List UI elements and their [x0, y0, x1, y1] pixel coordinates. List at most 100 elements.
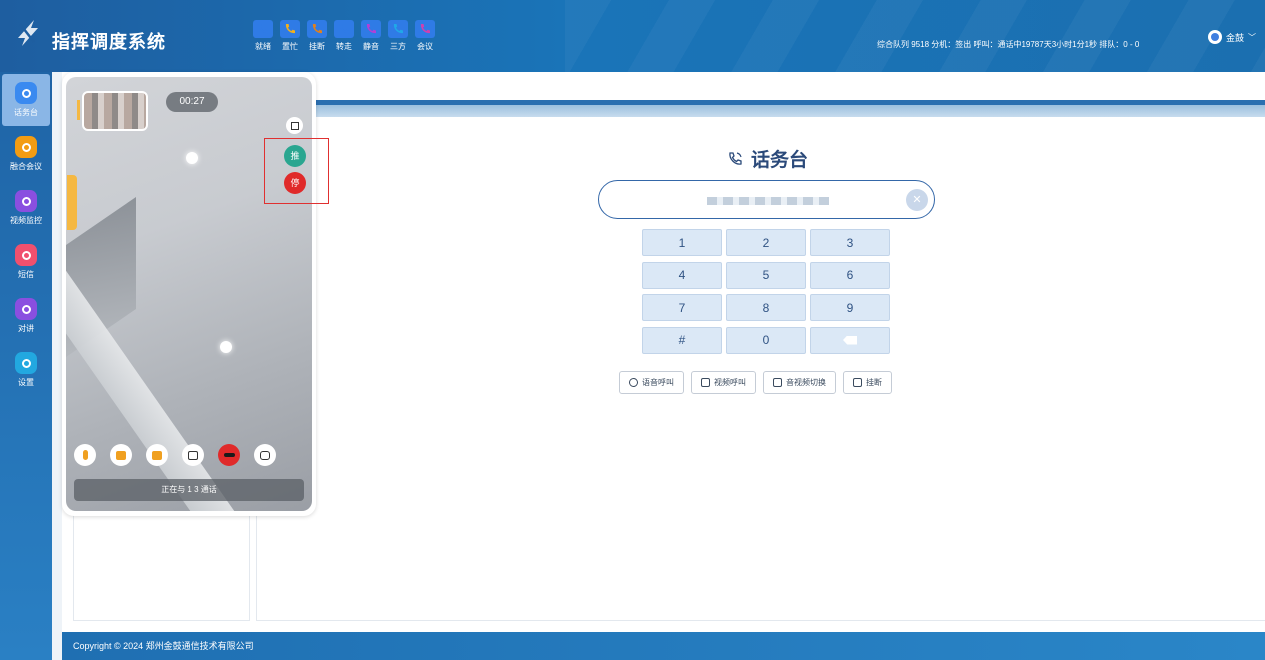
sidebar-item-1[interactable]: 融合会议 — [2, 128, 50, 180]
sidebar-item-3[interactable]: 短信 — [2, 236, 50, 288]
call-button-label: 三方 — [390, 42, 406, 51]
call-button-2[interactable]: 挂断 — [306, 20, 328, 52]
call-button-label: 转走 — [336, 42, 352, 51]
action-label: 挂断 — [866, 378, 882, 387]
screen-share-icon[interactable] — [146, 444, 168, 466]
call-timer: 00:27 — [166, 92, 218, 112]
call-button-label: 会议 — [417, 42, 433, 51]
dial-number-input[interactable]: ✕ — [598, 180, 935, 219]
sms-icon — [15, 244, 37, 266]
phone-icon — [388, 20, 408, 38]
sidebar-item-label: 短信 — [18, 270, 34, 279]
page-title-text: 话务台 — [751, 150, 809, 171]
page-title: 话务台 — [727, 145, 808, 172]
video-scene-light — [186, 152, 198, 164]
call-button-0[interactable]: 就绪 — [252, 20, 274, 52]
phone-icon — [415, 20, 435, 38]
action-button-3[interactable]: 挂断 — [843, 371, 892, 394]
collapse-handle[interactable] — [67, 175, 77, 230]
sidebar-item-label: 对讲 — [18, 324, 34, 333]
chevron-down-icon: ﹀ — [1248, 32, 1257, 42]
dial-number-value — [707, 197, 829, 205]
user-name: 金鼓 — [1226, 32, 1245, 43]
voice-call-icon — [629, 378, 638, 387]
call-button-label: 置忙 — [282, 42, 298, 51]
video-controls — [74, 444, 276, 466]
keypad-key[interactable]: 1 — [642, 229, 722, 256]
phone-icon — [307, 20, 327, 38]
sidebar-item-4[interactable]: 对讲 — [2, 290, 50, 342]
snapshot-icon[interactable] — [254, 444, 276, 466]
backspace-icon — [843, 335, 857, 345]
action-label: 音视频切换 — [786, 378, 826, 387]
keypad-key[interactable]: 9 — [810, 294, 890, 321]
video-scene-light — [220, 341, 232, 353]
user-menu[interactable]: 金鼓 ﹀ — [1208, 30, 1256, 44]
top-bar: 指挥调度系统 就绪 置忙 挂断 转走 静音 三方 会议 综合队列 9518 分机：签出 呼叫… — [0, 0, 1265, 72]
call-status-bar: 正在与 1 3 通话 — [74, 479, 304, 501]
header-stripe — [314, 100, 1265, 117]
keypad-key[interactable]: 4 — [642, 261, 722, 289]
push-stream-button[interactable]: 推 — [284, 145, 306, 167]
keypad-key[interactable]: 6 — [810, 261, 890, 289]
keypad-key[interactable]: 7 — [642, 294, 722, 321]
hangup-icon — [853, 378, 862, 387]
sidebar-item-label: 视频监控 — [10, 216, 42, 225]
call-button-1[interactable]: 置忙 — [279, 20, 301, 52]
expand-icon[interactable] — [286, 117, 303, 134]
call-button-label: 挂断 — [309, 42, 325, 51]
avatar — [1208, 30, 1222, 44]
sidebar: 话务台融合会议视频监控短信对讲设置 — [0, 72, 52, 660]
action-button-2[interactable]: 音视频切换 — [763, 371, 836, 394]
hangup-icon[interactable] — [218, 444, 240, 466]
clear-input-button[interactable]: ✕ — [906, 189, 928, 211]
headset-icon — [15, 82, 37, 104]
intercom-icon — [15, 298, 37, 320]
sidebar-item-0[interactable]: 话务台 — [2, 74, 50, 126]
call-actions: 语音呼叫 视频呼叫 音视频切换 挂断 — [619, 371, 892, 394]
keypad-key[interactable]: 8 — [726, 294, 806, 321]
dial-keypad: 1 2 3 4 5 6 7 8 9 #0 — [642, 229, 890, 354]
keypad-key[interactable]: # — [642, 326, 722, 354]
agent-status-text: 综合队列 9518 分机：签出 呼叫：通话中19787天3小时1分1秒 排队：0… — [877, 40, 1140, 49]
video-call-icon — [701, 378, 710, 387]
phone-icon — [361, 20, 381, 38]
phone-icon — [334, 20, 354, 38]
av-switch-icon — [773, 378, 782, 387]
sidebar-item-label: 设置 — [18, 378, 34, 387]
sidebar-item-2[interactable]: 视频监控 — [2, 182, 50, 234]
sidebar-item-label: 融合会议 — [10, 162, 42, 171]
call-button-3[interactable]: 转走 — [333, 20, 355, 52]
keypad-key[interactable]: 3 — [810, 229, 890, 256]
call-button-4[interactable]: 静音 — [360, 20, 382, 52]
footer-copyright: Copyright © 2024 郑州金鼓通信技术有限公司 — [62, 632, 1265, 660]
camera-switch-icon[interactable] — [110, 444, 132, 466]
call-button-6[interactable]: 会议 — [414, 20, 436, 52]
app-logo-icon — [18, 20, 38, 46]
sidebar-item-label: 话务台 — [14, 108, 38, 117]
conference-icon — [15, 136, 37, 158]
call-button-label: 静音 — [363, 42, 379, 51]
phone-icon — [253, 20, 273, 38]
image-icon[interactable] — [182, 444, 204, 466]
sidebar-item-5[interactable]: 设置 — [2, 344, 50, 396]
action-label: 视频呼叫 — [714, 378, 746, 387]
keypad-key[interactable]: 2 — [726, 229, 806, 256]
action-button-1[interactable]: 视频呼叫 — [691, 371, 756, 394]
call-button-label: 就绪 — [255, 42, 271, 51]
mic-icon[interactable] — [74, 444, 96, 466]
drag-indicator — [77, 100, 80, 120]
phone-icon — [280, 20, 300, 38]
phone-outline-icon — [729, 151, 742, 165]
header-decoration — [565, 0, 1265, 72]
stop-stream-button[interactable]: 停 — [284, 172, 306, 194]
backspace-key[interactable] — [810, 326, 890, 354]
keypad-key[interactable]: 5 — [726, 261, 806, 289]
call-toolbar: 就绪 置忙 挂断 转走 静音 三方 会议 — [252, 20, 436, 52]
action-button-0[interactable]: 语音呼叫 — [619, 371, 684, 394]
settings-icon — [15, 352, 37, 374]
local-video-preview[interactable] — [82, 91, 148, 131]
keypad-key[interactable]: 0 — [726, 326, 806, 354]
call-button-5[interactable]: 三方 — [387, 20, 409, 52]
video-monitor-icon — [15, 190, 37, 212]
